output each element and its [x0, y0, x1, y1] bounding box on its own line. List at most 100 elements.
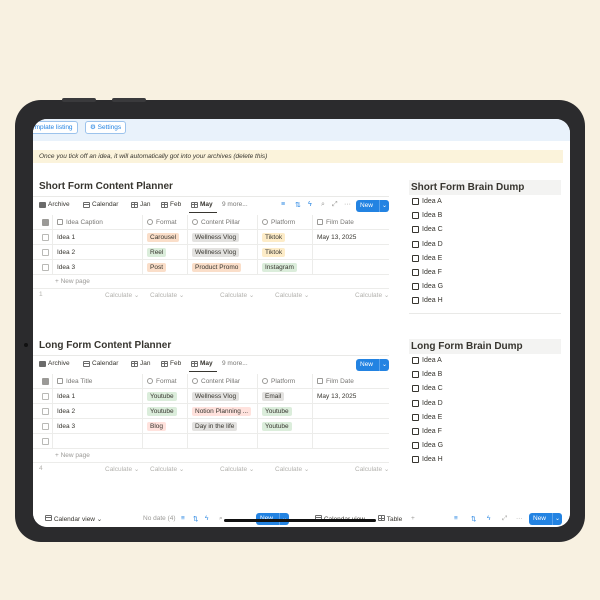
- new-button[interactable]: New ⌄: [529, 513, 562, 525]
- table-cell-platform[interactable]: Tiktok: [258, 245, 313, 260]
- table-row[interactable]: Idea 1 Youtube Wellness Vlog Email May 13, 2…: [33, 389, 389, 404]
- table-cell-platform[interactable]: Youtube: [258, 404, 313, 419]
- calculate-button[interactable]: Calculate ⌄: [105, 465, 139, 473]
- tab-calendar[interactable]: Calendar: [83, 360, 118, 367]
- select-all-checkbox[interactable]: [39, 374, 53, 389]
- more-icon[interactable]: ···: [344, 201, 351, 208]
- table-cell-format[interactable]: [143, 434, 188, 449]
- column-header[interactable]: Content Pillar: [188, 215, 258, 230]
- table-cell-pillar[interactable]: Wellness Vlog: [188, 389, 258, 404]
- todo-item[interactable]: Idea F: [409, 425, 561, 439]
- sort-icon[interactable]: ⇅: [471, 515, 476, 523]
- table-cell-platform[interactable]: Email: [258, 389, 313, 404]
- checkbox-icon[interactable]: [412, 198, 419, 205]
- tab-archive[interactable]: Archive: [39, 360, 70, 367]
- automation-icon[interactable]: ϟ: [308, 201, 312, 208]
- table-row[interactable]: Idea 3 Post Product Promo Instagram: [33, 260, 389, 275]
- tab-more[interactable]: 9 more...: [222, 360, 248, 367]
- chevron-down-icon[interactable]: ⌄: [552, 513, 562, 525]
- table-cell-format[interactable]: Youtube: [143, 404, 188, 419]
- template-listing-button[interactable]: emplate listing: [33, 121, 78, 134]
- table-cell-film-date[interactable]: [313, 434, 389, 449]
- todo-item[interactable]: Idea B: [409, 368, 561, 382]
- checkbox-icon[interactable]: [412, 268, 419, 276]
- tab-archive[interactable]: Archive: [39, 201, 70, 208]
- row-checkbox[interactable]: [39, 434, 53, 449]
- todo-item[interactable]: Idea A: [409, 354, 561, 368]
- todo-item[interactable]: Idea A: [409, 195, 561, 209]
- tab-feb[interactable]: Feb: [161, 360, 181, 367]
- checkbox-icon[interactable]: [412, 371, 419, 379]
- table-cell-pillar[interactable]: [188, 434, 258, 449]
- table-cell-platform[interactable]: Youtube: [258, 419, 313, 434]
- tab-jan[interactable]: Jan: [131, 201, 150, 208]
- column-header[interactable]: Format: [143, 374, 188, 389]
- table-row[interactable]: [33, 434, 389, 449]
- tab-calendar[interactable]: Calendar: [83, 201, 118, 208]
- table-cell-name[interactable]: Idea 2: [53, 404, 143, 419]
- automation-icon[interactable]: ϟ: [487, 515, 490, 522]
- tab-may[interactable]: May: [191, 201, 213, 208]
- checkbox-icon[interactable]: [412, 413, 419, 421]
- table-cell-film-date[interactable]: [313, 404, 389, 419]
- checkbox-icon[interactable]: [412, 297, 419, 305]
- table-cell-film-date[interactable]: [313, 419, 389, 434]
- new-page-button[interactable]: + New page: [33, 449, 389, 463]
- calculate-button[interactable]: Calculate ⌄: [275, 291, 309, 299]
- chevron-down-icon[interactable]: ⌄: [379, 200, 389, 212]
- expand-icon[interactable]: ⤢: [332, 201, 338, 209]
- table-cell-pillar[interactable]: Wellness Vlog: [188, 245, 258, 260]
- table-row[interactable]: Idea 1 Carousel Wellness Vlog Tiktok May 13,…: [33, 230, 389, 245]
- checkbox-icon[interactable]: [412, 385, 419, 393]
- checkbox-icon[interactable]: [412, 283, 419, 291]
- calendar-view-tab[interactable]: Calendar view ⌄: [45, 515, 102, 523]
- table-cell-format[interactable]: Carousel: [143, 230, 188, 245]
- checkbox-icon[interactable]: [412, 254, 419, 262]
- column-header[interactable]: Idea Title: [53, 374, 143, 389]
- checkbox-icon[interactable]: [412, 399, 419, 407]
- table-cell-format[interactable]: Post: [143, 260, 188, 275]
- automation-icon[interactable]: ϟ: [205, 515, 208, 522]
- table-row[interactable]: Idea 2 Youtube Notion Planning ... Youtube: [33, 404, 389, 419]
- calculate-button[interactable]: Calculate ⌄: [355, 465, 389, 473]
- chevron-down-icon[interactable]: ⌄: [379, 359, 389, 371]
- table-cell-film-date[interactable]: [313, 260, 389, 275]
- tab-feb[interactable]: Feb: [161, 201, 181, 208]
- todo-item[interactable]: Idea H: [409, 294, 561, 308]
- todo-item[interactable]: Idea D: [409, 397, 561, 411]
- table-cell-name[interactable]: Idea 1: [53, 389, 143, 404]
- calculate-button[interactable]: Calculate ⌄: [105, 291, 139, 299]
- calculate-button[interactable]: Calculate ⌄: [355, 291, 389, 299]
- calculate-button[interactable]: Calculate ⌄: [150, 465, 184, 473]
- checkbox-icon[interactable]: [412, 427, 419, 435]
- table-cell-format[interactable]: Reel: [143, 245, 188, 260]
- row-checkbox[interactable]: [39, 419, 53, 434]
- filter-icon[interactable]: ≡: [454, 515, 458, 522]
- filter-icon[interactable]: ≡: [181, 515, 185, 522]
- table-cell-format[interactable]: Youtube: [143, 389, 188, 404]
- tab-more[interactable]: 9 more...: [222, 201, 248, 208]
- table-cell-pillar[interactable]: Product Promo: [188, 260, 258, 275]
- sort-icon[interactable]: ⇅: [193, 515, 198, 523]
- column-header[interactable]: Content Pillar: [188, 374, 258, 389]
- expand-icon[interactable]: ⤢: [502, 515, 507, 523]
- table-cell-name[interactable]: Idea 3: [53, 260, 143, 275]
- table-cell-platform[interactable]: Tiktok: [258, 230, 313, 245]
- tab-jan[interactable]: Jan: [131, 360, 150, 367]
- table-cell-name[interactable]: Idea 1: [53, 230, 143, 245]
- table-cell-name[interactable]: Idea 2: [53, 245, 143, 260]
- todo-item[interactable]: Idea E: [409, 252, 561, 266]
- todo-item[interactable]: Idea F: [409, 266, 561, 280]
- column-header[interactable]: Platform: [258, 374, 313, 389]
- table-cell-film-date[interactable]: May 13, 2025: [313, 230, 389, 245]
- table-cell-format[interactable]: Blog: [143, 419, 188, 434]
- select-all-checkbox[interactable]: [39, 215, 53, 230]
- new-button[interactable]: New ⌄: [356, 200, 389, 212]
- calculate-button[interactable]: Calculate ⌄: [220, 465, 254, 473]
- todo-item[interactable]: Idea C: [409, 382, 561, 396]
- table-cell-pillar[interactable]: Day in the life: [188, 419, 258, 434]
- table-cell-pillar[interactable]: Wellness Vlog: [188, 230, 258, 245]
- sort-icon[interactable]: ⇅: [295, 201, 301, 209]
- search-icon[interactable]: ⌕: [219, 515, 223, 523]
- no-date-button[interactable]: No date (4): [143, 515, 176, 522]
